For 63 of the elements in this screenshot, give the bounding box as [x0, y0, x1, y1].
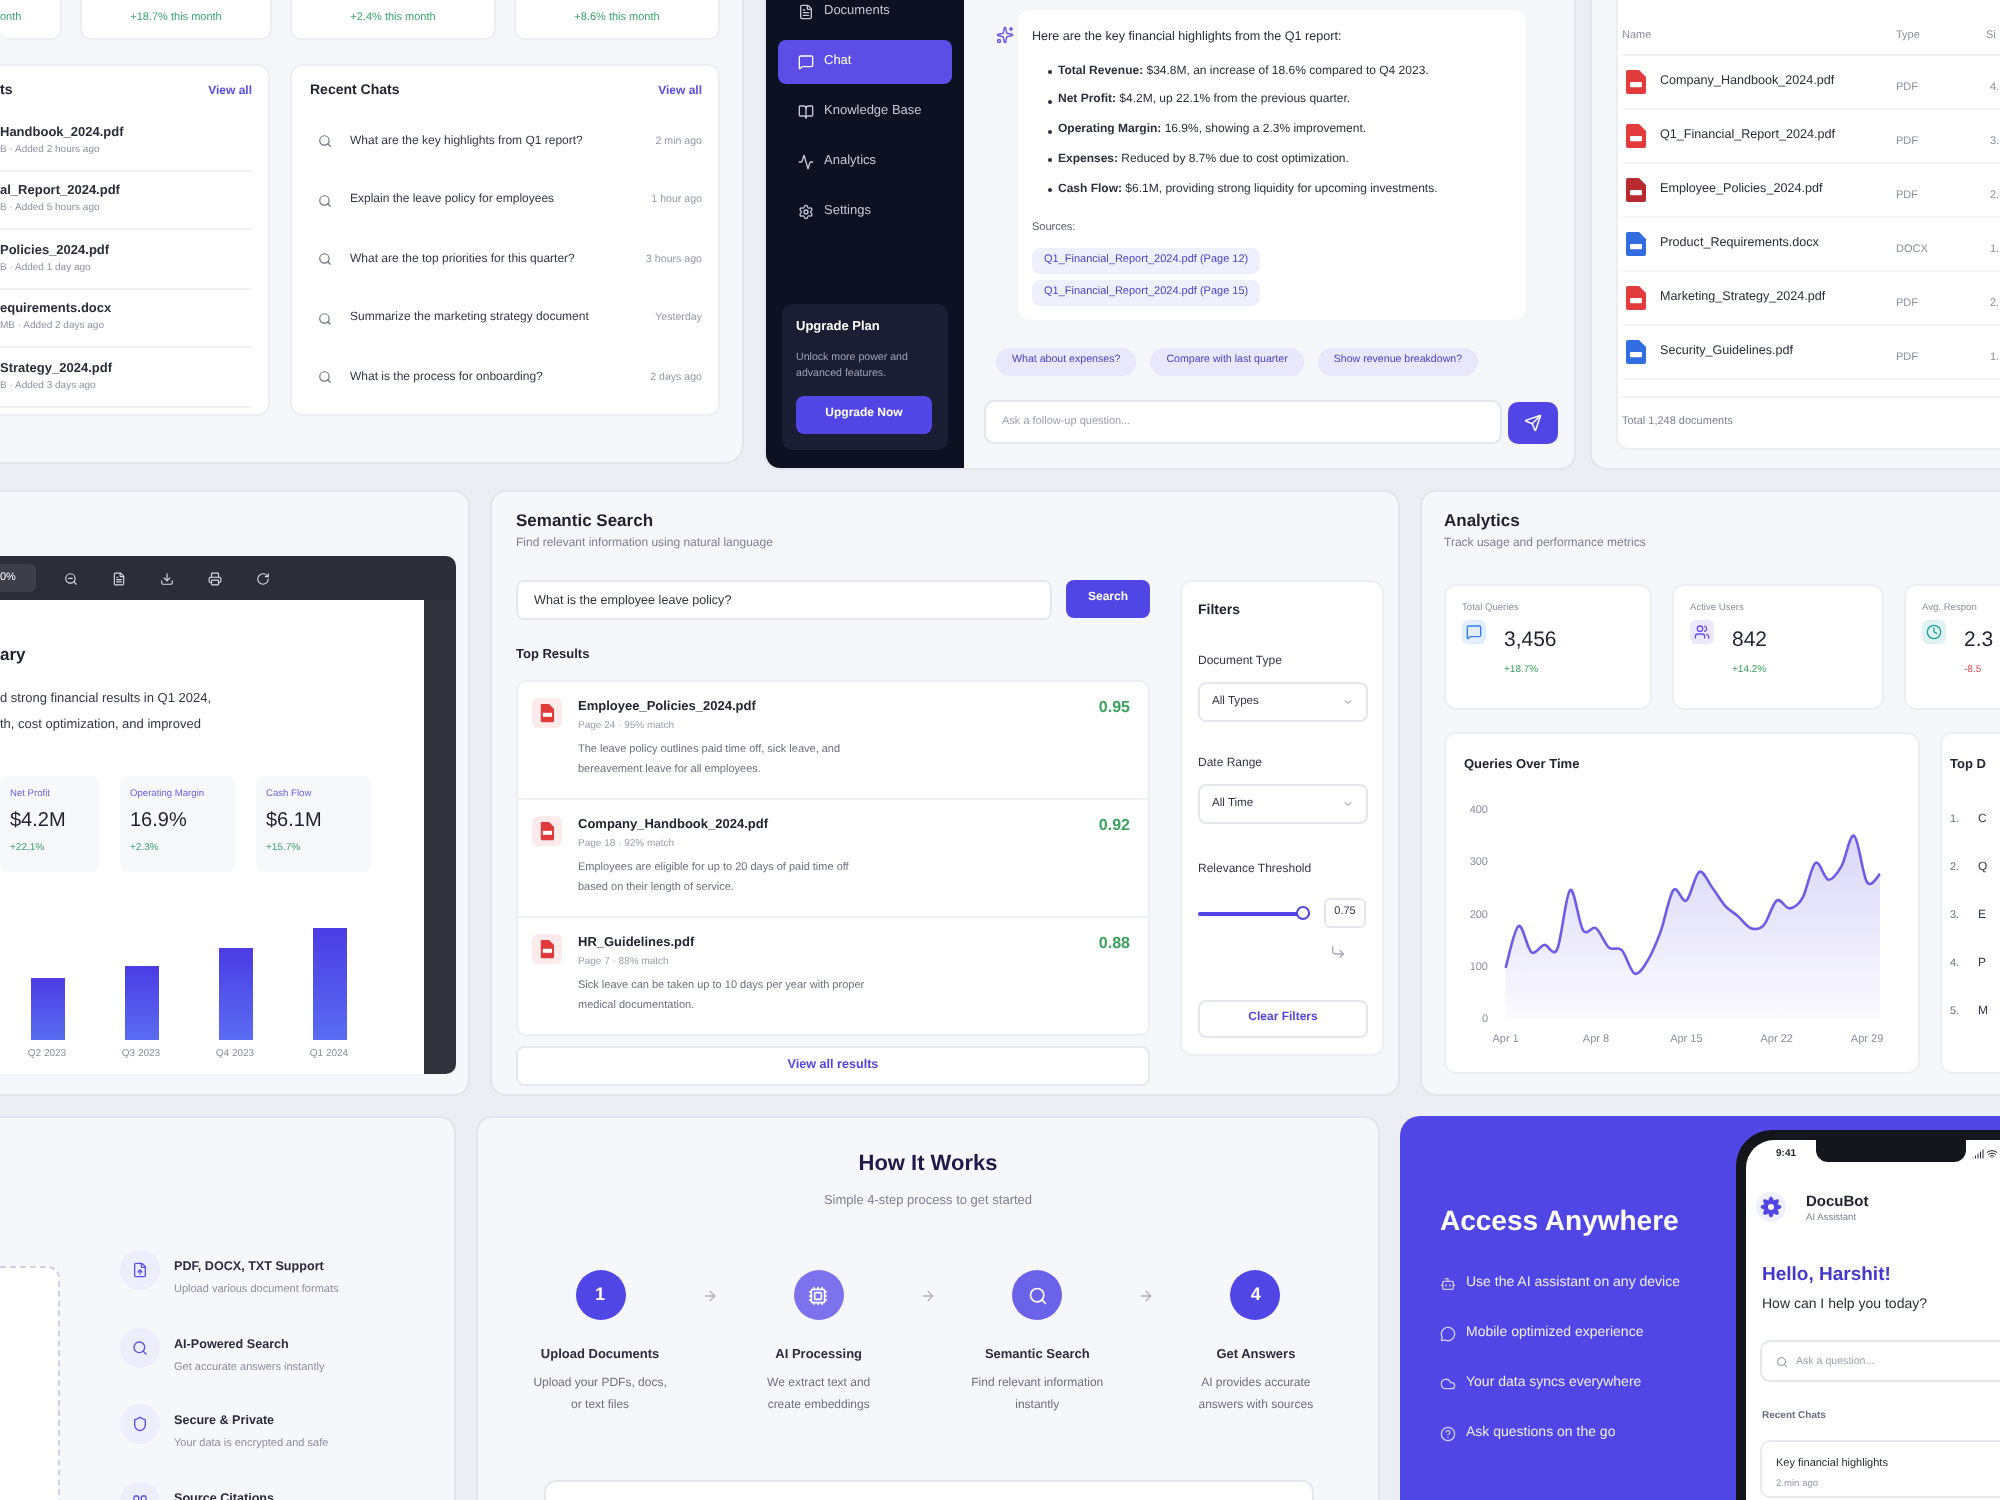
stat-value: 3,456: [1504, 628, 1557, 652]
question-icon: [1440, 1425, 1456, 1441]
slider-thumb[interactable]: [1296, 906, 1310, 920]
threshold-slider[interactable]: [1198, 906, 1310, 920]
bar: [31, 978, 65, 1040]
signal-icon: [1972, 1148, 1984, 1160]
search-icon: [318, 311, 332, 326]
bar: [219, 948, 253, 1040]
panel-title: Semantic Search: [516, 510, 656, 530]
metric-value: $4.2M: [10, 810, 68, 834]
stat-value: 2.3: [1964, 628, 1994, 652]
cloud-icon: [1440, 1375, 1456, 1391]
wifi-icon: [1986, 1148, 1998, 1160]
document-icon[interactable]: [112, 571, 126, 585]
sparkle-icon: [996, 26, 1014, 44]
shield-icon: [120, 1404, 160, 1444]
file-icon: [532, 934, 562, 964]
arrow-icon: [1330, 944, 1346, 960]
search-icon: [318, 134, 332, 149]
relevance-score: 0.88: [1098, 934, 1130, 956]
printer-icon[interactable]: [208, 571, 222, 585]
step-number: 1: [575, 1270, 626, 1320]
relevance-score: 0.95: [1098, 698, 1130, 720]
arrow-right-icon: [701, 1287, 718, 1303]
arrow-right-icon: [919, 1287, 936, 1303]
banner-title: Access Anywhere: [1440, 1204, 1681, 1238]
rotate-icon[interactable]: [256, 571, 270, 585]
book-icon: [798, 104, 814, 120]
bar: [125, 966, 159, 1040]
chevron-down-icon: [1342, 696, 1354, 708]
file-icon: [532, 816, 562, 846]
metric-value: $6.1M: [266, 810, 324, 834]
chevron-down-icon: [1342, 798, 1354, 810]
relevance-score: 0.92: [1098, 816, 1130, 838]
file-icon: [532, 698, 562, 728]
search-icon: [1776, 1355, 1788, 1367]
chat-bubble-icon: [1440, 1325, 1456, 1341]
arrow-right-icon: [1138, 1287, 1155, 1303]
bar: [313, 928, 347, 1040]
section-title: How It Works: [858, 1152, 998, 1178]
metric-value: 16.9%: [130, 810, 189, 834]
stat-value: 842: [1732, 628, 1768, 652]
step-number: 4: [1230, 1270, 1281, 1320]
chip-icon: [793, 1270, 844, 1320]
document-icon: [798, 4, 814, 20]
search-icon: [1012, 1270, 1063, 1320]
panel-title: Analytics: [1444, 510, 1522, 530]
search-icon: [318, 252, 332, 267]
chat-icon: [798, 54, 814, 70]
send-icon: [1524, 413, 1542, 431]
settings-icon: [798, 204, 814, 220]
file-upload-icon: [120, 1250, 160, 1290]
page-heading: ary: [0, 644, 28, 664]
flower-icon: [1756, 1192, 1786, 1222]
greeting: Hello, Harshit!: [1762, 1264, 1893, 1286]
download-icon[interactable]: [160, 571, 174, 585]
robot-icon: [1440, 1275, 1456, 1291]
search-icon: [120, 1327, 160, 1367]
search-icon: [318, 193, 332, 208]
send-button[interactable]: [1508, 401, 1558, 443]
zoom-out-icon[interactable]: [64, 571, 78, 585]
activity-icon: [798, 154, 814, 170]
search-icon: [318, 370, 332, 385]
